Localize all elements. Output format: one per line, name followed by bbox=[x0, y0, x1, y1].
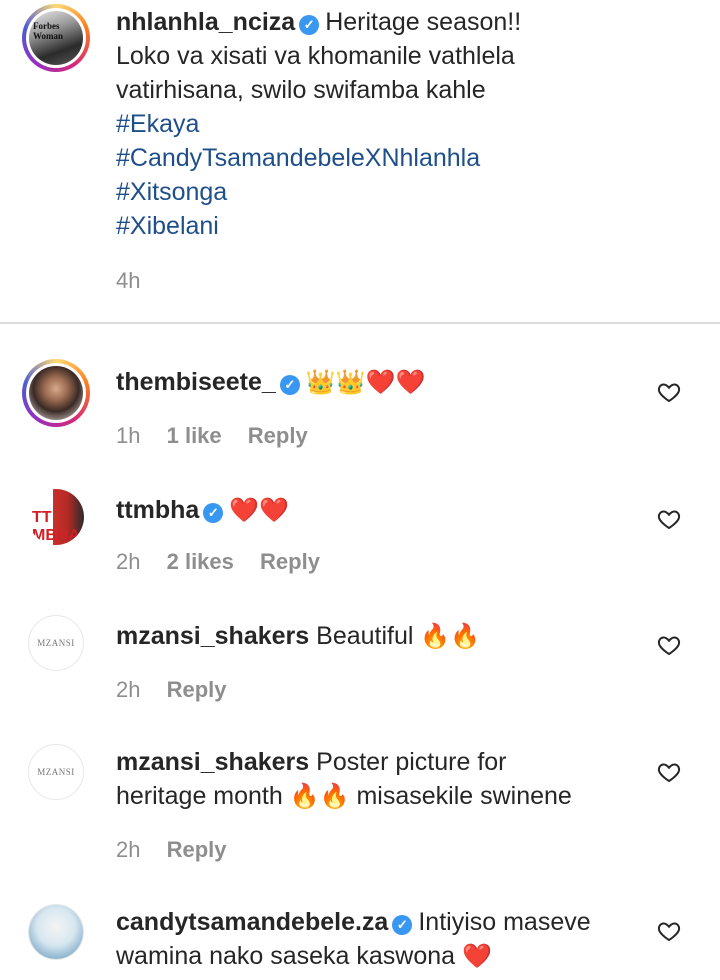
comment-body-line-1: Intiyiso maseve bbox=[418, 908, 591, 936]
avatar-label: Forbes Woman bbox=[33, 21, 64, 41]
caption-text: nhlanhla_nciza ✓ Heritage season!! Loko va… bbox=[116, 5, 521, 243]
comment-timestamp: 2h bbox=[116, 549, 141, 574]
comment-username[interactable]: ttmbha bbox=[116, 496, 199, 524]
heart-outline-icon[interactable] bbox=[657, 919, 681, 943]
comment-meta: 2h Reply bbox=[116, 837, 247, 863]
hashtag-ekaya[interactable]: #Ekaya bbox=[116, 107, 521, 141]
caption-line-1: Heritage season!! bbox=[325, 8, 522, 36]
comment-text: mzansi_shakers Poster picture for herita… bbox=[116, 745, 572, 814]
comment-emoji: ❤️❤️ bbox=[229, 497, 290, 524]
comment-body: Beautiful bbox=[316, 622, 414, 650]
reply-button[interactable]: Reply bbox=[260, 549, 320, 574]
comment-emoji: 🔥🔥 bbox=[289, 783, 350, 810]
comment-timestamp: 2h bbox=[116, 677, 141, 702]
caption-timestamp: 4h bbox=[116, 268, 141, 293]
hashtag-xitsonga[interactable]: #Xitsonga bbox=[116, 175, 521, 209]
heart-outline-icon[interactable] bbox=[657, 507, 681, 531]
comment-body-line-1: Poster picture for bbox=[316, 748, 507, 776]
reply-button[interactable]: Reply bbox=[248, 423, 308, 448]
section-divider bbox=[0, 322, 720, 324]
comment-text: ttmbha ✓ ❤️❤️ bbox=[116, 493, 289, 528]
reply-button[interactable]: Reply bbox=[167, 677, 227, 702]
commenter-avatar[interactable]: TT MBHA bbox=[28, 489, 84, 545]
comment-text: thembiseete_ ✓ 👑👑❤️❤️ bbox=[116, 365, 425, 400]
post-caption: Forbes Woman nhlanhla_nciza ✓ Heritage sea… bbox=[0, 0, 720, 322]
comment-meta: 2h 2 likes Reply bbox=[116, 549, 340, 575]
heart-outline-icon[interactable] bbox=[657, 633, 681, 657]
comment-text: candytsamandebele.za ✓ Intiyiso maseve wam… bbox=[116, 905, 591, 974]
caption-line-3: vatirhisana, swilo swifamba kahle bbox=[116, 76, 486, 104]
comment-emoji: ❤️ bbox=[462, 943, 492, 970]
verified-badge-icon: ✓ bbox=[203, 503, 224, 523]
comment-body-line-2b: misasekile swinene bbox=[356, 782, 572, 810]
caption-author-avatar[interactable]: Forbes Woman bbox=[22, 4, 90, 72]
commenter-avatar[interactable]: MZANSI bbox=[28, 744, 84, 800]
comment-text: mzansi_shakers Beautiful 🔥🔥 bbox=[116, 619, 480, 654]
comment-meta: 2h Reply bbox=[116, 677, 247, 703]
commenter-avatar[interactable] bbox=[28, 904, 84, 960]
comment-body-line-2: wamina nako saseka kaswona bbox=[116, 942, 456, 970]
heart-outline-icon[interactable] bbox=[657, 760, 681, 784]
avatar-label: MZANSI bbox=[37, 638, 75, 648]
caption-meta: 4h bbox=[116, 268, 160, 294]
comment-timestamp: 2h bbox=[116, 837, 141, 862]
avatar-label: TT MBHA bbox=[32, 509, 80, 544]
comment-like-count[interactable]: 1 like bbox=[167, 423, 222, 448]
avatar-label: MZANSI bbox=[37, 767, 75, 777]
comment-like-count[interactable]: 2 likes bbox=[167, 549, 234, 574]
commenter-avatar[interactable]: MZANSI bbox=[28, 615, 84, 671]
hashtag-candytsamandebele-x-nhlanhla[interactable]: #CandyTsamandebeleXNhlanhla bbox=[116, 141, 521, 175]
comment-username[interactable]: mzansi_shakers bbox=[116, 748, 309, 776]
comment-meta: 1h 1 like Reply bbox=[116, 423, 328, 449]
verified-badge-icon: ✓ bbox=[279, 375, 300, 395]
caption-username[interactable]: nhlanhla_nciza bbox=[116, 8, 295, 36]
comment-emoji: 🔥🔥 bbox=[420, 623, 481, 650]
comment-timestamp: 1h bbox=[116, 423, 141, 448]
comment-username[interactable]: candytsamandebele.za bbox=[116, 908, 388, 936]
reply-button[interactable]: Reply bbox=[167, 837, 227, 862]
verified-badge-icon: ✓ bbox=[392, 915, 413, 935]
commenter-avatar[interactable] bbox=[22, 359, 90, 427]
comment-body-line-2a: heritage month bbox=[116, 782, 283, 810]
comment-username[interactable]: mzansi_shakers bbox=[116, 622, 309, 650]
comment-username[interactable]: thembiseete_ bbox=[116, 368, 276, 396]
verified-badge-icon: ✓ bbox=[299, 15, 320, 35]
comment-emoji: 👑👑❤️❤️ bbox=[305, 369, 426, 396]
heart-outline-icon[interactable] bbox=[657, 380, 681, 404]
hashtag-xibelani[interactable]: #Xibelani bbox=[116, 209, 521, 243]
caption-line-2: Loko va xisati va khomanile vathlela bbox=[116, 42, 515, 70]
